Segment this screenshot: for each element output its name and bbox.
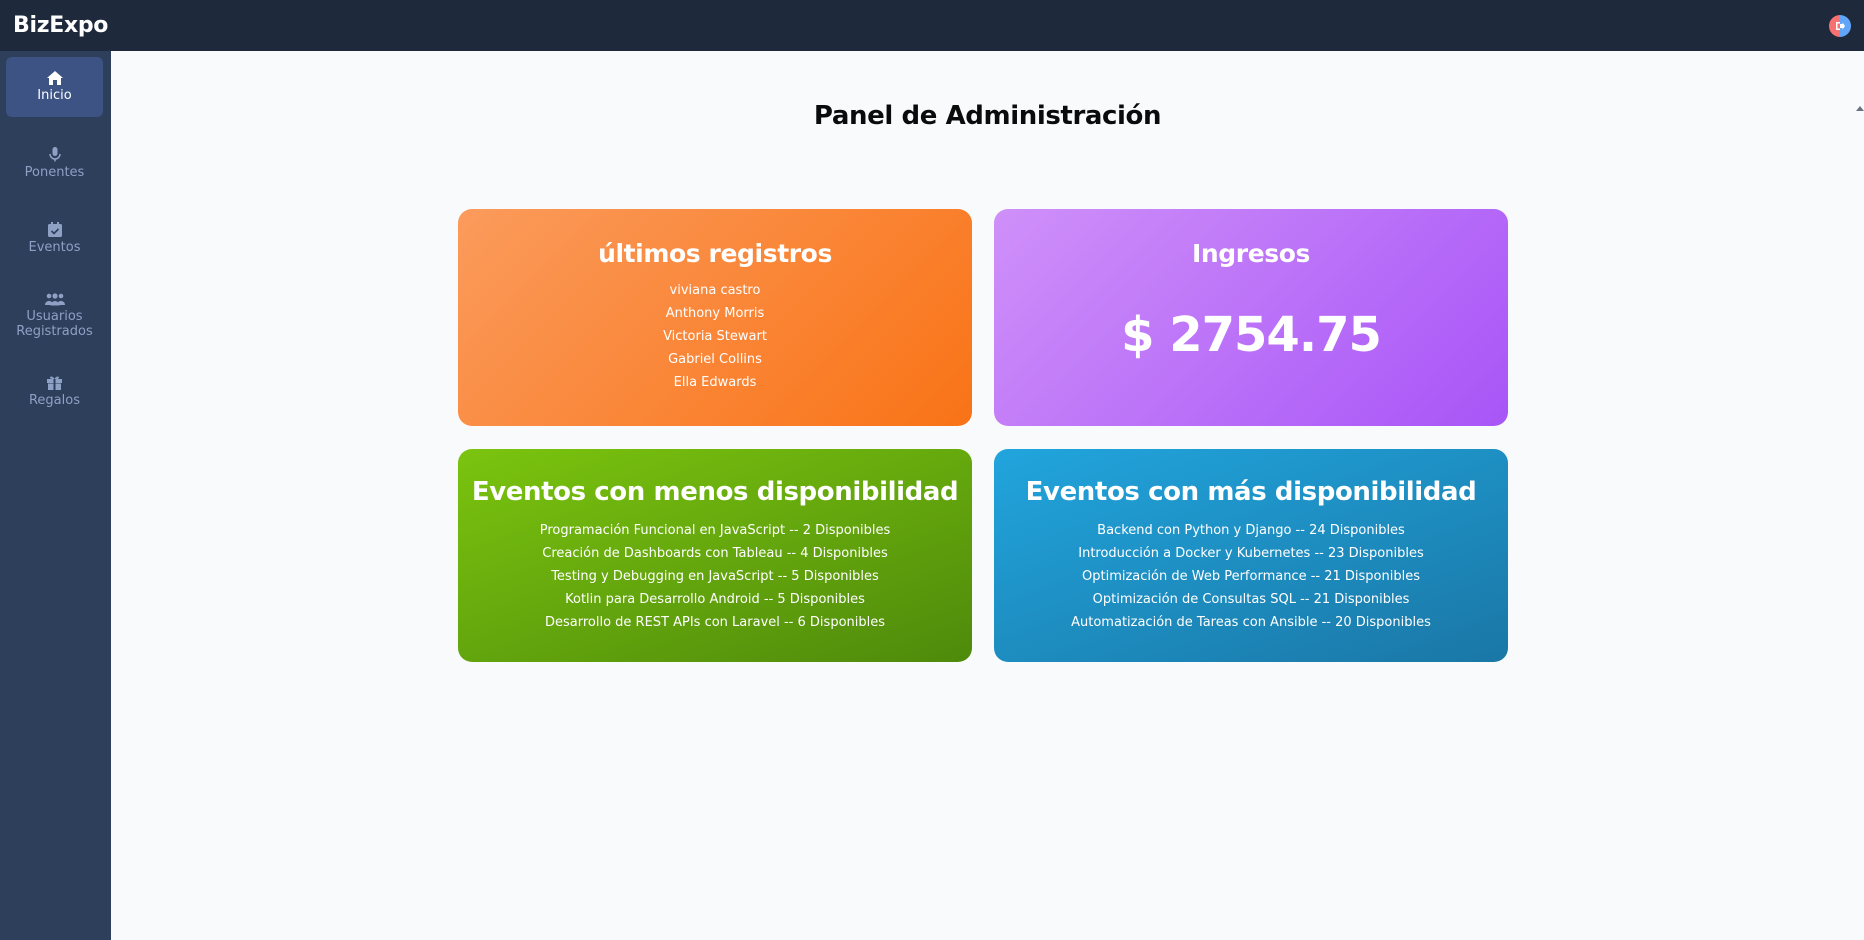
list-item: Backend con Python y Django -- 24 Dispon… [1097,523,1405,538]
least-available-events-card: Eventos con menos disponibilidad Program… [458,449,972,662]
events-list: Programación Funcional en JavaScript -- … [458,519,972,634]
list-item: Programación Funcional en JavaScript -- … [539,523,891,538]
income-amount: $ 2754.75 [1121,307,1382,363]
sidebar-item-label: Eventos [28,239,81,255]
sidebar-item-regalos[interactable]: Regalos [6,361,103,421]
sidebar: Inicio Ponentes Eventos Usuarios Registr… [0,51,111,940]
list-item: Ella Edwards [673,375,757,390]
most-available-events-card: Eventos con más disponibilidad Backend c… [994,449,1508,662]
sidebar-item-ponentes[interactable]: Ponentes [6,133,103,193]
card-title: Ingresos [1191,239,1311,268]
list-item: Kotlin para Desarrollo Android -- 5 Disp… [565,592,865,607]
card-title: Eventos con menos disponibilidad [471,477,959,507]
card-title: Eventos con más disponibilidad [1025,477,1477,507]
list-item: Automatización de Tareas con Ansible -- … [1071,615,1431,630]
sidebar-item-label: Usuarios Registrados [16,309,93,339]
income-card: Ingresos $ 2754.75 [994,209,1508,426]
sidebar-item-label: Ponentes [24,164,85,180]
sidebar-item-label: Regalos [28,392,80,408]
sidebar-item-label: Inicio [37,88,72,103]
list-item: Optimización de Web Performance -- 21 Di… [1082,569,1420,584]
page-title: Panel de Administración [813,101,1162,131]
calendar-check-icon [47,221,62,237]
list-item: Anthony Morris [665,306,765,321]
registrations-list: viviana castro Anthony Morris Victoria S… [458,279,972,394]
list-item: viviana castro [669,283,761,298]
sidebar-item-eventos[interactable]: Eventos [6,208,103,268]
list-item: Introducción a Docker y Kubernetes -- 23… [1078,546,1424,561]
main-content: Panel de Administración últimos registro… [111,51,1864,940]
gift-icon [47,376,62,390]
list-item: Creación de Dashboards con Tableau -- 4 … [542,546,888,561]
microphone-icon [48,146,61,161]
events-list: Backend con Python y Django -- 24 Dispon… [994,519,1508,634]
card-title: últimos registros [598,239,832,268]
brand-logo[interactable]: BizExpo [13,13,108,38]
sidebar-item-inicio[interactable]: Inicio [6,57,103,117]
scroll-up-arrow[interactable] [1856,106,1864,111]
logout-icon [1836,21,1845,30]
list-item: Optimización de Consultas SQL -- 21 Disp… [1092,592,1410,607]
list-item: Desarrollo de REST APIs con Laravel -- 6… [544,615,886,630]
list-item: Victoria Stewart [663,329,767,344]
sidebar-item-usuarios-registrados[interactable]: Usuarios Registrados [6,280,103,352]
list-item: Gabriel Collins [668,352,762,367]
logout-button[interactable] [1829,14,1851,37]
latest-registrations-card: últimos registros viviana castro Anthony… [458,209,972,426]
list-item: Testing y Debugging en JavaScript -- 5 D… [551,569,879,584]
users-icon [44,293,65,306]
top-bar: BizExpo [0,0,1864,51]
home-icon [46,71,63,85]
